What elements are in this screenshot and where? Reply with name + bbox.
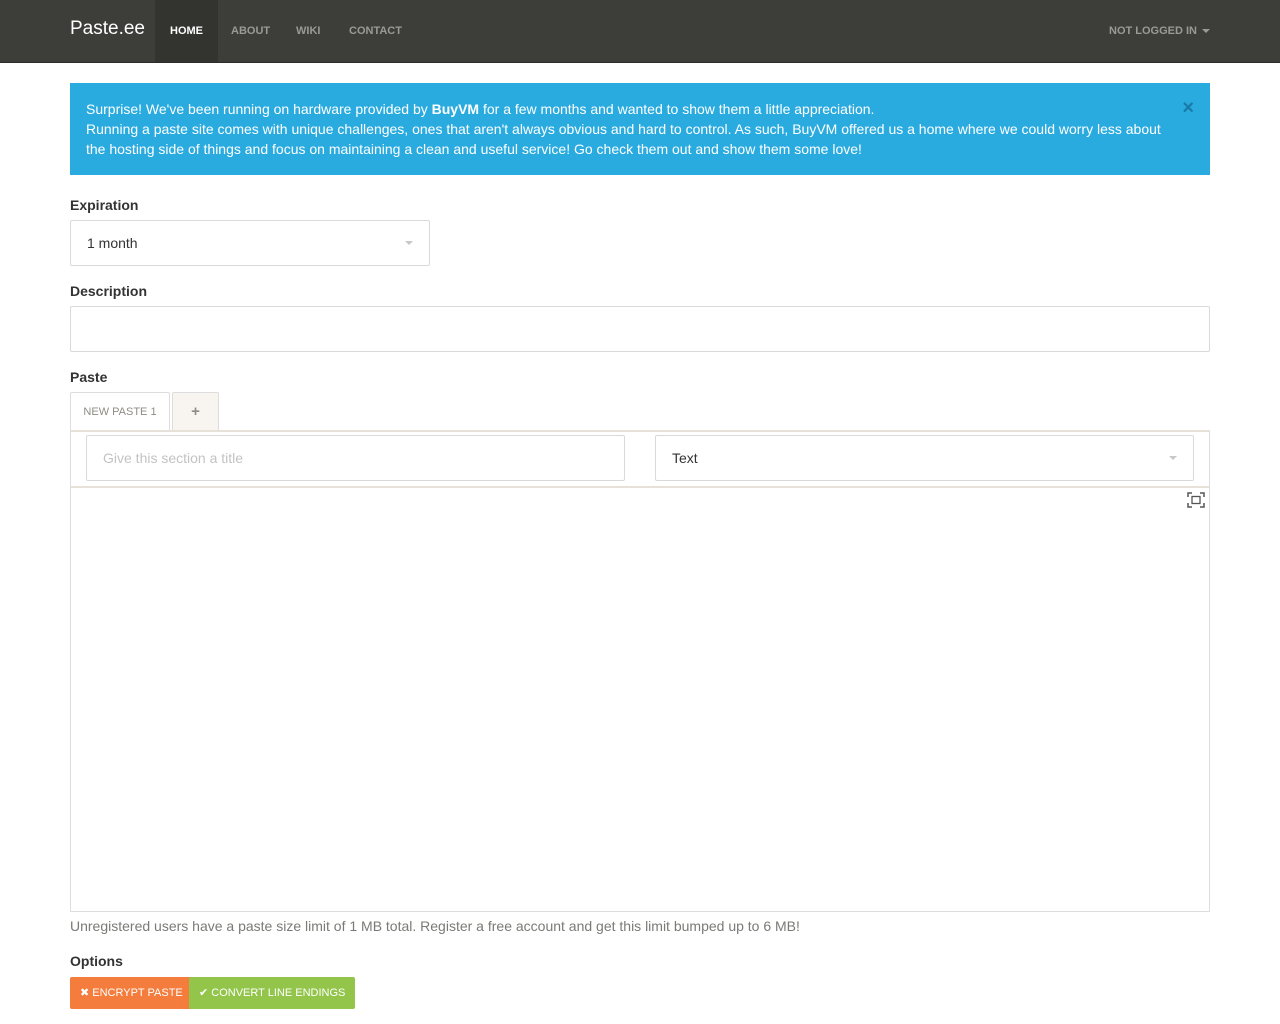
paste-editor[interactable] bbox=[70, 486, 1210, 912]
expiration-label: Expiration bbox=[70, 197, 139, 213]
alert-sponsor-name: BuyVM bbox=[431, 101, 480, 117]
nav-wiki[interactable]: WIKI bbox=[281, 0, 335, 62]
add-section-button[interactable]: + bbox=[172, 392, 219, 430]
user-menu-label: NOT LOGGED IN bbox=[1109, 25, 1197, 37]
close-icon[interactable]: × bbox=[1182, 98, 1194, 118]
convert-line-endings-button[interactable]: ✔ CONVERT LINE ENDINGS bbox=[189, 977, 356, 1009]
fullscreen-icon[interactable] bbox=[1187, 492, 1205, 508]
chevron-down-icon bbox=[1169, 456, 1177, 460]
syntax-value: Text bbox=[672, 450, 698, 466]
check-icon: ✔ bbox=[199, 987, 209, 999]
top-navbar: Paste.ee HOME ABOUT WIKI CONTACT NOT LOG… bbox=[0, 0, 1280, 63]
section-title-input[interactable] bbox=[86, 435, 625, 481]
description-label: Description bbox=[70, 283, 148, 299]
info-alert: Surprise! We've been running on hardware… bbox=[70, 83, 1210, 175]
caret-down-icon bbox=[1202, 29, 1210, 34]
expiration-select[interactable]: 1 month bbox=[70, 220, 430, 266]
nav-contact[interactable]: CONTACT bbox=[334, 0, 417, 62]
plus-icon: + bbox=[191, 403, 200, 420]
alert-text: for a few months and wanted to show them… bbox=[479, 101, 875, 117]
brand-logo[interactable]: Paste.ee bbox=[70, 18, 145, 40]
alert-line-2: Running a paste site comes with unique c… bbox=[86, 121, 1161, 157]
description-input[interactable] bbox=[70, 306, 1210, 352]
paste-label: Paste bbox=[70, 369, 108, 385]
encrypt-paste-button[interactable]: ✖ ENCRYPT PASTE bbox=[70, 977, 193, 1009]
alert-text: Surprise! We've been running on hardware… bbox=[86, 101, 432, 117]
options-label: Options bbox=[70, 953, 123, 969]
tab-new-paste-1[interactable]: NEW PASTE 1 bbox=[70, 392, 170, 431]
user-menu[interactable]: NOT LOGGED IN bbox=[1109, 0, 1210, 62]
paste-size-help: Unregistered users have a paste size lim… bbox=[70, 918, 800, 934]
nav-about[interactable]: ABOUT bbox=[216, 0, 285, 62]
chevron-down-icon bbox=[405, 241, 413, 245]
nav-home[interactable]: HOME bbox=[155, 0, 218, 62]
times-icon: ✖ bbox=[80, 987, 90, 999]
encrypt-paste-label: ENCRYPT PASTE bbox=[92, 987, 183, 999]
convert-line-endings-label: CONVERT LINE ENDINGS bbox=[211, 987, 346, 999]
expiration-value: 1 month bbox=[87, 235, 138, 251]
alert-line-1: Surprise! We've been running on hardware… bbox=[86, 99, 1170, 119]
syntax-select[interactable]: Text bbox=[655, 435, 1194, 481]
